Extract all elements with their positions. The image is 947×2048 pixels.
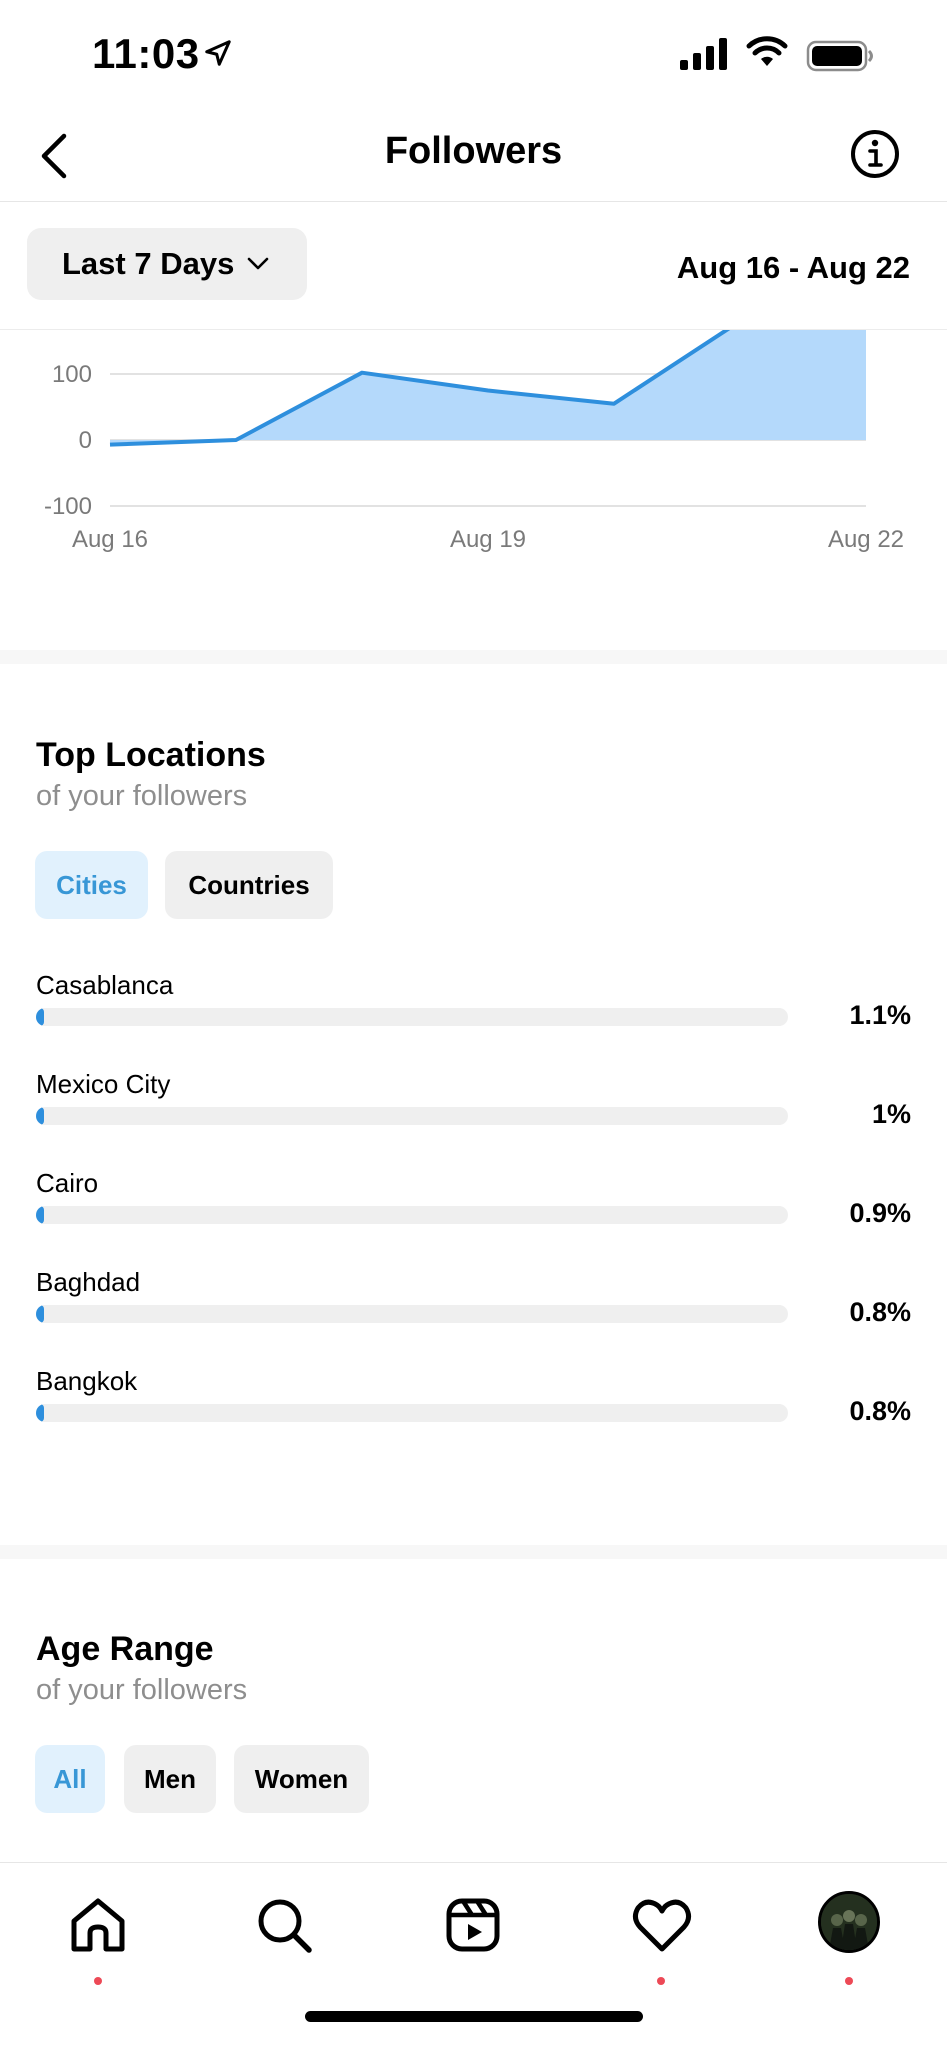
page-title: Followers	[384, 130, 563, 172]
battery-icon	[806, 40, 873, 72]
section-divider	[0, 1545, 947, 1559]
location-name: Mexico City	[36, 1069, 171, 1099]
location-row: Casablanca 1.1%	[36, 970, 911, 1062]
home-icon[interactable]	[66, 1893, 130, 1957]
wifi-icon	[746, 36, 788, 66]
location-percent: 0.8%	[849, 1396, 911, 1426]
location-bar-fill	[36, 1008, 45, 1026]
cellular-signal-icon	[680, 38, 727, 70]
location-bar-fill	[36, 1107, 44, 1125]
age-range-title: Age Range	[36, 1630, 214, 1668]
nav-header: Followers	[0, 110, 947, 202]
location-percent: 0.8%	[849, 1297, 911, 1327]
activity-badge-dot	[657, 1977, 665, 1985]
x-tick-label: Aug 19	[450, 526, 526, 553]
location-bar-track	[36, 1404, 788, 1422]
tab-women[interactable]: Women	[234, 1745, 369, 1813]
location-bar-track	[36, 1107, 788, 1125]
chart-area	[110, 330, 866, 445]
location-bar-track	[36, 1305, 788, 1323]
location-bar-fill	[36, 1404, 44, 1422]
tab-cities[interactable]: Cities	[35, 851, 148, 919]
x-tick-label: Aug 22	[828, 526, 904, 553]
chevron-down-icon	[248, 257, 269, 270]
tab-men[interactable]: Men	[124, 1745, 216, 1813]
location-name: Cairo	[36, 1168, 99, 1198]
location-percent: 1.1%	[849, 1000, 911, 1030]
top-locations-title: Top Locations	[36, 736, 266, 774]
x-tick-label: Aug 16	[72, 526, 148, 553]
status-time: 11:03	[92, 30, 200, 77]
tab-all[interactable]: All	[35, 1745, 105, 1813]
location-name: Casablanca	[36, 970, 174, 1000]
location-bar-fill	[36, 1206, 44, 1224]
followers-chart: 100 0 -100 Aug 16 Aug 19 Aug 22	[44, 330, 904, 553]
profile-avatar[interactable]	[818, 1891, 880, 1953]
heart-icon[interactable]	[630, 1893, 694, 1957]
tab-countries[interactable]: Countries	[165, 851, 333, 919]
date-range-bar: Last 7 Days Aug 16 - Aug 22	[0, 202, 947, 330]
reels-icon[interactable]	[441, 1893, 505, 1957]
y-tick-label: 100	[52, 361, 92, 388]
location-arrow-icon	[205, 40, 231, 66]
location-percent: 0.9%	[849, 1198, 911, 1228]
info-icon[interactable]	[848, 127, 902, 181]
location-row: Mexico City 1%	[36, 1069, 911, 1161]
location-name: Baghdad	[36, 1267, 141, 1297]
time-range-label: Last 7 Days	[62, 246, 235, 281]
location-row: Cairo 0.9%	[36, 1168, 911, 1260]
location-percent: 1%	[871, 1099, 911, 1129]
profile-badge-dot	[845, 1977, 853, 1985]
date-range-text: Aug 16 - Aug 22	[676, 250, 910, 285]
location-bar-fill	[36, 1305, 44, 1323]
age-range-subtitle: of your followers	[36, 1674, 248, 1706]
y-tick-label: 0	[79, 427, 92, 454]
search-icon[interactable]	[252, 1893, 316, 1957]
section-divider	[0, 650, 947, 664]
location-name: Bangkok	[36, 1366, 138, 1396]
location-bar-track	[36, 1008, 788, 1026]
status-bar: 11:03	[0, 0, 947, 110]
y-tick-label: -100	[44, 493, 92, 520]
location-row: Baghdad 0.8%	[36, 1267, 911, 1359]
avatar-image	[821, 1894, 877, 1950]
time-range-dropdown[interactable]: Last 7 Days	[27, 228, 307, 300]
home-badge-dot	[94, 1977, 102, 1985]
location-row: Bangkok 0.8%	[36, 1366, 911, 1458]
location-bar-track	[36, 1206, 788, 1224]
home-indicator	[305, 2011, 643, 2022]
top-locations-subtitle: of your followers	[36, 780, 248, 812]
